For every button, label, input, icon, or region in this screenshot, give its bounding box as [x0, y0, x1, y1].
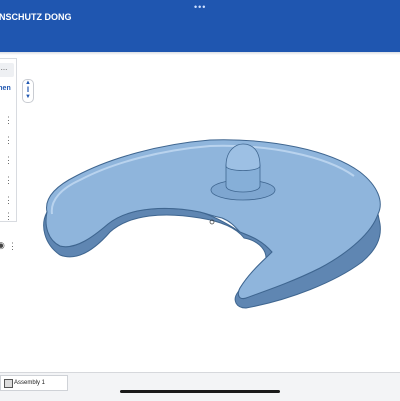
- home-indicator[interactable]: [120, 390, 280, 393]
- tab-label: Assembly 1: [14, 380, 46, 386]
- assembly-icon: [4, 379, 13, 388]
- document-tab-bar: Assembly 1: [0, 372, 400, 401]
- tab-assembly-1[interactable]: Assembly 1: [0, 375, 68, 391]
- 3d-viewport[interactable]: [0, 0, 400, 372]
